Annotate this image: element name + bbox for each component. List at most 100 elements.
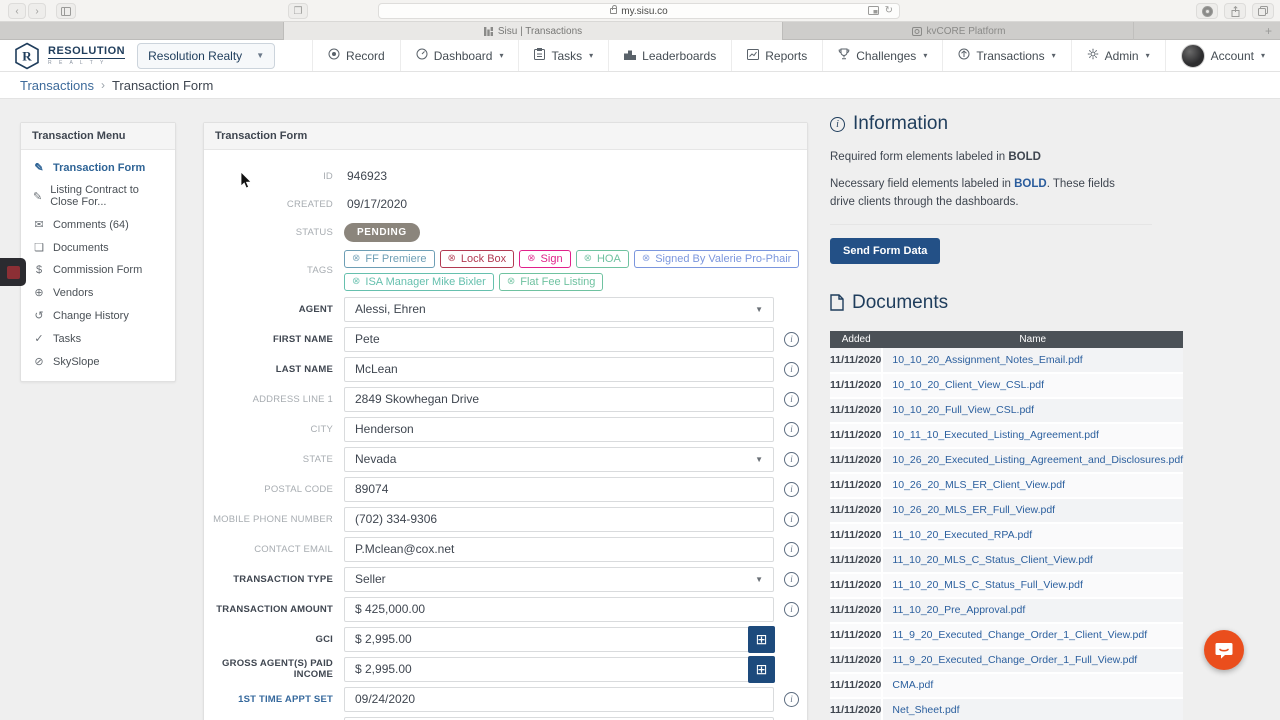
field-input[interactable]: McLean bbox=[344, 356, 774, 382]
info-icon[interactable]: i bbox=[784, 451, 799, 467]
share-icon[interactable] bbox=[1224, 3, 1246, 19]
document-link[interactable]: 10_10_20_Full_View_CSL.pdf bbox=[882, 397, 1184, 424]
field-input[interactable]: Seller bbox=[344, 566, 774, 592]
sidebar-menu-item[interactable]: ↺ Change History bbox=[21, 304, 175, 327]
tag-pill[interactable]: ⊗ FF Premiere bbox=[344, 249, 435, 268]
address-bar[interactable]: my.sisu.co ↻ bbox=[378, 3, 900, 19]
document-link[interactable]: 10_26_20_Executed_Listing_Agreement_and_… bbox=[882, 447, 1184, 474]
remove-tag-icon[interactable]: ⊗ bbox=[507, 276, 515, 287]
field-input[interactable]: Pete bbox=[344, 326, 774, 352]
tag-pill[interactable]: ⊗ Flat Fee Listing bbox=[498, 272, 604, 291]
field-input[interactable]: $ 2,995.00 bbox=[344, 656, 774, 682]
tag-pill[interactable]: ⊗ Sign bbox=[519, 249, 571, 268]
document-link[interactable]: 11_10_20_MLS_C_Status_Client_View.pdf bbox=[882, 547, 1184, 574]
info-icon[interactable]: i bbox=[784, 361, 799, 377]
document-link[interactable]: 11_9_20_Executed_Change_Order_1_Full_Vie… bbox=[882, 647, 1184, 674]
tab-overview-icon[interactable] bbox=[1252, 3, 1274, 19]
remove-tag-icon[interactable]: ⊗ bbox=[352, 253, 360, 264]
send-form-data-button[interactable]: Send Form Data bbox=[830, 237, 941, 264]
document-link[interactable]: 10_10_20_Assignment_Notes_Email.pdf bbox=[882, 347, 1184, 374]
reader-icon[interactable] bbox=[867, 6, 879, 15]
document-link[interactable]: 11_10_20_Executed_RPA.pdf bbox=[882, 522, 1184, 549]
tag-pill[interactable]: ⊗ ISA Manager Mike Bixler bbox=[344, 272, 494, 291]
sidebar-menu-item[interactable]: ⊘ SkySlope bbox=[21, 350, 175, 373]
document-added-date: 11/11/2020 bbox=[830, 472, 884, 499]
tag-pill[interactable]: ⊗ Lock Box bbox=[439, 249, 515, 268]
field-input[interactable]: $ 2,995.00 bbox=[344, 626, 774, 652]
record-icon[interactable]: Record bbox=[312, 40, 400, 71]
field-input[interactable]: (702) 334-9306 bbox=[344, 506, 774, 532]
document-link[interactable]: CMA.pdf bbox=[882, 672, 1184, 699]
info-icon[interactable]: i bbox=[784, 421, 799, 437]
brand-logo[interactable]: R RESOLUTION R E A L T Y bbox=[0, 40, 126, 71]
team-selector-dropdown[interactable]: Resolution Realty ▼ bbox=[137, 42, 276, 69]
info-icon[interactable]: i bbox=[784, 391, 799, 407]
document-link[interactable]: 10_26_20_MLS_ER_Full_View.pdf bbox=[882, 497, 1184, 524]
document-link[interactable]: 11_9_20_Executed_Change_Order_1_Client_V… bbox=[882, 622, 1184, 649]
tab-kvcore-platform[interactable]: kvCORE Platform bbox=[784, 22, 1134, 40]
breadcrumb-transactions-link[interactable]: Transactions bbox=[20, 78, 94, 93]
challenges-icon[interactable]: Challenges ▾ bbox=[822, 40, 942, 71]
new-tab-button[interactable]: + bbox=[1265, 24, 1272, 38]
field-input[interactable]: 89074 bbox=[344, 476, 774, 502]
browser-back-button[interactable]: ‹ bbox=[8, 3, 26, 19]
remove-tag-icon[interactable]: ⊗ bbox=[584, 253, 592, 264]
chat-launcher-button[interactable] bbox=[1204, 630, 1244, 670]
document-added-date: 11/11/2020 bbox=[830, 572, 884, 599]
info-icon[interactable]: i bbox=[784, 481, 799, 497]
field-input[interactable]: $ 425,000.00 bbox=[344, 596, 774, 622]
info-icon[interactable]: i bbox=[784, 601, 799, 617]
field-input[interactable]: 09/24/2020 bbox=[344, 716, 774, 720]
remove-tag-icon[interactable]: ⊗ bbox=[527, 253, 535, 264]
sidebar-menu-item[interactable]: $ Commission Form bbox=[21, 259, 175, 281]
document-link[interactable]: 11_10_20_Pre_Approval.pdf bbox=[882, 597, 1184, 624]
document-link[interactable]: 10_11_10_Executed_Listing_Agreement.pdf bbox=[882, 422, 1184, 449]
document-link[interactable]: 10_10_20_Client_View_CSL.pdf bbox=[882, 372, 1184, 399]
field-input[interactable]: 09/24/2020 bbox=[344, 686, 774, 712]
info-icon[interactable]: i bbox=[784, 331, 799, 347]
info-icon[interactable]: i bbox=[784, 571, 799, 587]
sidebar-menu-item[interactable]: ⊕ Vendors bbox=[21, 281, 175, 304]
leaderboards-icon[interactable]: Leaderboards bbox=[608, 40, 731, 71]
reload-icon[interactable]: ↻ bbox=[885, 5, 893, 16]
transactions-icon[interactable]: Transactions ▾ bbox=[942, 40, 1070, 71]
sidebar-menu-item[interactable]: ✓ Tasks bbox=[21, 327, 175, 350]
field-input[interactable]: P.Mclean@cox.net bbox=[344, 536, 774, 562]
dashboard-icon[interactable]: Dashboard ▾ bbox=[399, 40, 519, 71]
nav-item-label: Admin bbox=[1104, 48, 1139, 63]
calculator-button[interactable]: ⊞ bbox=[748, 655, 775, 683]
field-input[interactable]: Nevada bbox=[344, 446, 774, 472]
tag-pill[interactable]: ⊗ Signed By Valerie Pro-Phair bbox=[633, 249, 800, 268]
document-row: 11/11/2020 10_10_20_Client_View_CSL.pdf bbox=[830, 372, 1184, 399]
extension-badge-icon[interactable] bbox=[1196, 3, 1218, 19]
browser-tab-bar: Sisu | Transactions kvCORE Platform + bbox=[0, 22, 1280, 40]
screen-capture-extension-tab[interactable] bbox=[0, 258, 26, 286]
remove-tag-icon[interactable]: ⊗ bbox=[642, 253, 650, 264]
info-icon[interactable]: i bbox=[784, 691, 799, 707]
tasks-icon[interactable]: Tasks ▾ bbox=[518, 40, 608, 71]
document-link[interactable]: 11_10_20_MLS_C_Status_Full_View.pdf bbox=[882, 572, 1184, 599]
account-icon[interactable]: Account ▾ bbox=[1164, 40, 1280, 71]
document-link[interactable]: 10_26_20_MLS_ER_Client_View.pdf bbox=[882, 472, 1184, 499]
field-input[interactable]: 2849 Skowhegan Drive bbox=[344, 386, 774, 412]
nav-item-label: Transactions bbox=[976, 48, 1045, 63]
info-icon[interactable]: i bbox=[784, 541, 799, 557]
browser-sidebar-icon[interactable] bbox=[56, 3, 76, 19]
browser-forward-button[interactable]: › bbox=[28, 3, 46, 19]
info-icon[interactable]: i bbox=[784, 511, 799, 527]
field-input[interactable]: Alessi, Ehren bbox=[344, 296, 774, 322]
admin-icon[interactable]: Admin ▾ bbox=[1070, 40, 1165, 71]
document-link[interactable]: Net_Sheet.pdf bbox=[882, 697, 1184, 720]
sidebar-menu-item[interactable]: ✉ Comments (64) bbox=[21, 213, 175, 236]
sidebar-menu-item[interactable]: ✎ Transaction Form bbox=[21, 156, 175, 179]
remove-tag-icon[interactable]: ⊗ bbox=[352, 276, 360, 287]
remove-tag-icon[interactable]: ⊗ bbox=[448, 253, 456, 264]
calculator-button[interactable]: ⊞ bbox=[748, 625, 775, 653]
tab-sisu-transactions[interactable]: Sisu | Transactions bbox=[283, 22, 783, 40]
extension-icon[interactable]: ❐ bbox=[288, 3, 308, 19]
tag-pill[interactable]: ⊗ HOA bbox=[575, 249, 629, 268]
reports-icon[interactable]: Reports bbox=[731, 40, 822, 71]
field-input[interactable]: Henderson bbox=[344, 416, 774, 442]
sidebar-menu-item[interactable]: ❏ Documents bbox=[21, 236, 175, 259]
sidebar-menu-item[interactable]: ✎ Listing Contract to Close For... bbox=[21, 179, 175, 213]
